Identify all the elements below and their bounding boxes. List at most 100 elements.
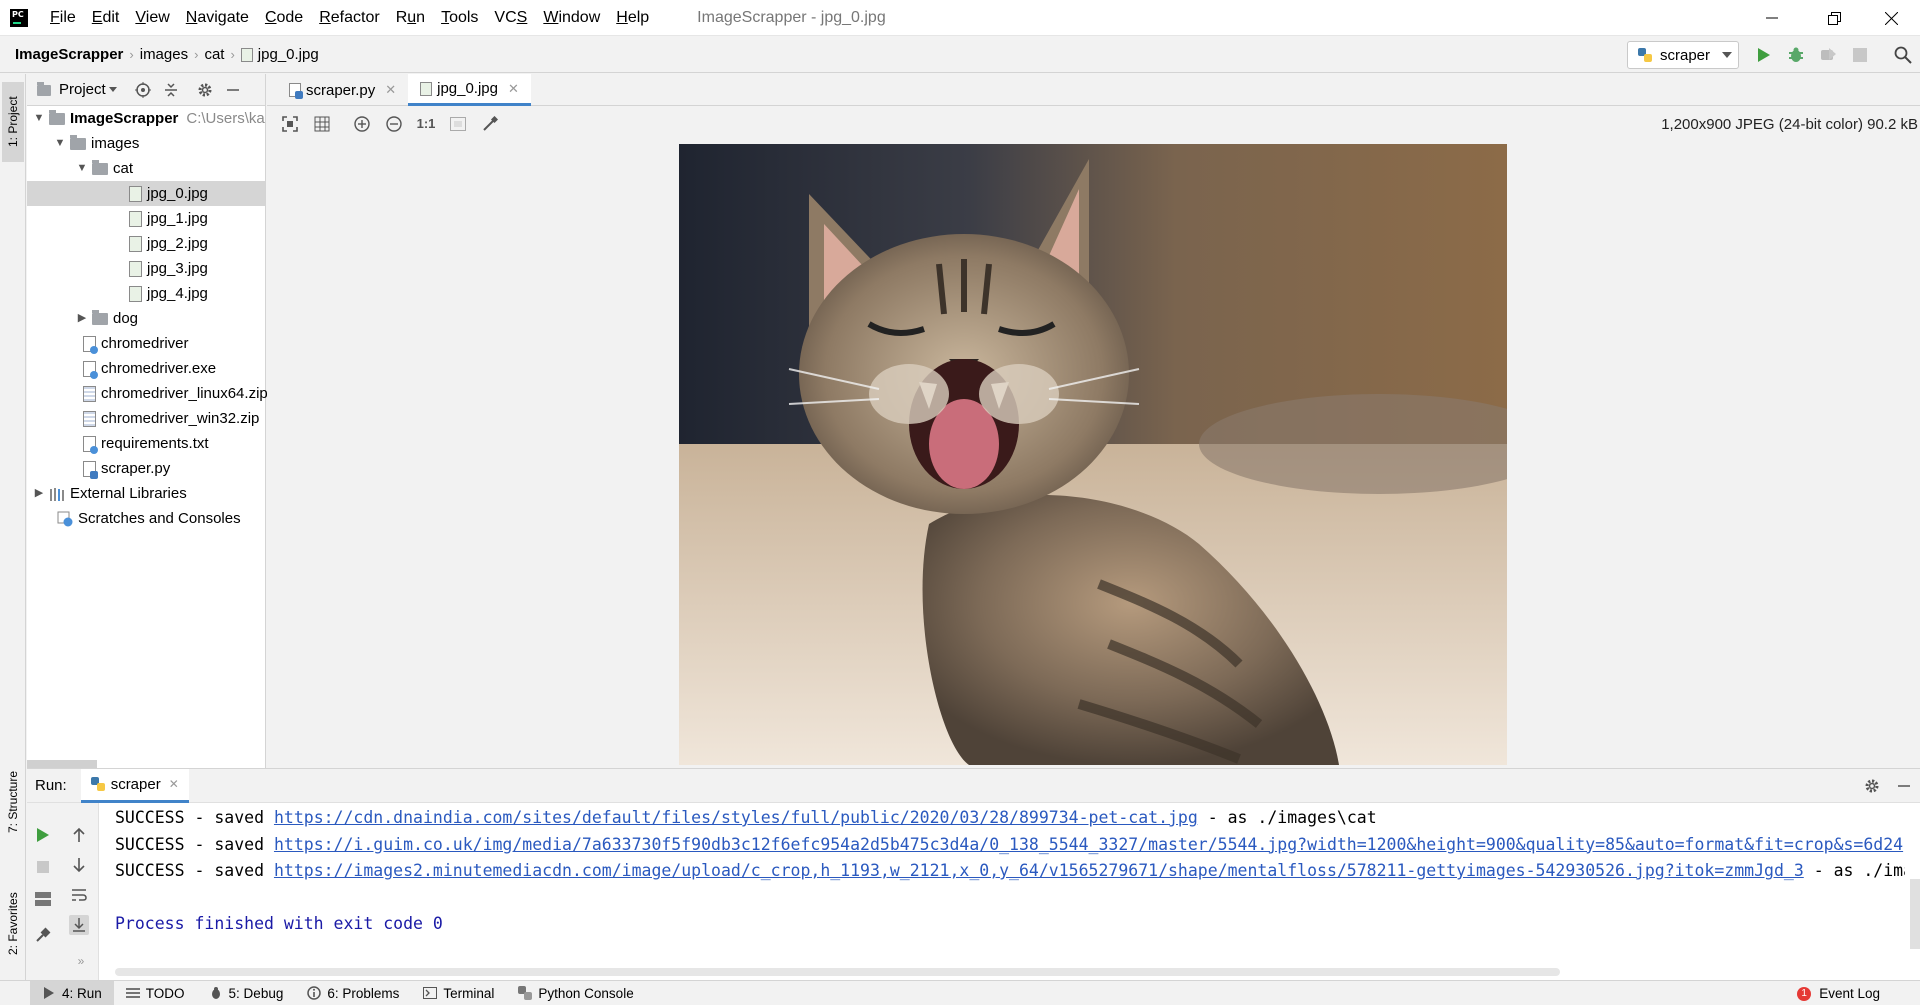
scroll-to-end-icon[interactable] <box>69 915 89 935</box>
menu-help[interactable]: Help <box>608 0 657 36</box>
tool-tab-debug[interactable]: 5: Debug <box>197 981 296 1005</box>
menu-vcs[interactable]: VCS <box>486 0 535 36</box>
menu-refactor[interactable]: Refactor <box>311 0 387 36</box>
console-link[interactable]: https://cdn.dnaindia.com/sites/default/f… <box>274 808 1198 827</box>
expand-arrow-icon[interactable]: ▼ <box>33 106 45 131</box>
close-tab-icon[interactable]: ✕ <box>385 82 396 98</box>
minimize-panel-icon[interactable] <box>225 82 241 98</box>
tree-item-chromedriver-exe[interactable]: chromedriver.exe <box>27 356 265 381</box>
rerun-icon[interactable] <box>33 825 53 845</box>
tab-scraper-py[interactable]: scraper.py ✕ <box>277 74 408 106</box>
fit-zoom-icon[interactable] <box>449 115 467 133</box>
color-picker-icon[interactable] <box>481 115 499 133</box>
favorites-tool-tab[interactable]: 2: Favorites <box>2 874 24 974</box>
grid-icon[interactable] <box>313 115 331 133</box>
menu-tools[interactable]: Tools <box>433 0 486 36</box>
menu-navigate[interactable]: Navigate <box>178 0 257 36</box>
tool-tab-todo[interactable]: TODO <box>114 981 197 1005</box>
run-icon[interactable] <box>1754 45 1774 65</box>
expand-arrow-icon[interactable]: ▼ <box>76 156 88 181</box>
title-menu-bar: File Edit View Navigate Code Refactor Ru… <box>0 0 1920 36</box>
zoom-in-icon[interactable] <box>353 115 371 133</box>
run-configuration-select[interactable]: scraper <box>1627 41 1739 69</box>
tree-item-scraper-py[interactable]: scraper.py <box>27 456 265 481</box>
locate-icon[interactable] <box>135 82 151 98</box>
zip-file-icon <box>83 385 96 402</box>
event-log-button[interactable]: 1 Event Log <box>1797 981 1880 1005</box>
structure-tool-tab[interactable]: 7: Structure <box>2 754 24 849</box>
collapse-arrow-icon[interactable]: ▶ <box>33 481 45 506</box>
pin-icon[interactable] <box>33 925 53 945</box>
soft-wrap-icon[interactable] <box>69 885 89 905</box>
breadcrumb-file[interactable]: jpg_0.jpg <box>258 46 319 63</box>
tree-item-external-libraries[interactable]: ▶ External Libraries <box>27 481 265 506</box>
search-icon[interactable] <box>1893 45 1913 65</box>
dropdown-arrow-icon[interactable] <box>108 87 117 92</box>
python-icon <box>90 777 105 791</box>
tree-item-jpg-4[interactable]: jpg_4.jpg <box>27 281 265 306</box>
tree-item-dog[interactable]: ▶ dog <box>27 306 265 331</box>
breadcrumb-cat[interactable]: cat <box>204 46 224 63</box>
menu-view[interactable]: View <box>127 0 177 36</box>
console-vertical-scrollbar[interactable] <box>1910 879 1920 949</box>
tree-item-jpg-3[interactable]: jpg_3.jpg <box>27 256 265 281</box>
tree-item-cat[interactable]: ▼ cat <box>27 156 265 181</box>
horizontal-scrollbar[interactable] <box>27 760 97 768</box>
menu-edit[interactable]: Edit <box>84 0 128 36</box>
tree-item-jpg-2[interactable]: jpg_2.jpg <box>27 231 265 256</box>
minimize-panel-icon[interactable] <box>1896 778 1912 794</box>
console-text: - as ./ima <box>1803 861 1905 880</box>
project-tool-tab[interactable]: 1: Project <box>2 82 24 162</box>
tool-tab-problems[interactable]: 6: Problems <box>295 981 411 1005</box>
tool-tab-python-console[interactable]: Python Console <box>506 981 645 1005</box>
actual-size-button[interactable]: 1:1 <box>417 115 436 133</box>
tree-item-images[interactable]: ▼ images <box>27 131 265 156</box>
tool-tab-run[interactable]: 4: Run <box>30 980 114 1005</box>
more-actions-icon[interactable]: » <box>71 951 91 971</box>
console-link[interactable]: https://images2.minutemediacdn.com/image… <box>274 861 1804 880</box>
tool-tab-terminal[interactable]: Terminal <box>411 981 506 1005</box>
tree-item-requirements[interactable]: requirements.txt <box>27 431 265 456</box>
gear-icon[interactable] <box>197 82 213 98</box>
tree-item-label: jpg_3.jpg <box>147 260 208 277</box>
python-file-icon <box>289 83 303 99</box>
tree-item-win-zip[interactable]: chromedriver_win32.zip <box>27 406 265 431</box>
menu-code[interactable]: Code <box>257 0 311 36</box>
fit-screen-icon[interactable] <box>281 115 299 133</box>
minimize-icon[interactable] <box>1743 0 1801 36</box>
close-tab-icon[interactable]: ✕ <box>169 777 179 791</box>
restore-layout-icon[interactable] <box>33 889 53 909</box>
tree-item-chromedriver[interactable]: chromedriver <box>27 331 265 356</box>
menu-file[interactable]: File <box>42 0 84 36</box>
close-tab-icon[interactable]: ✕ <box>508 81 519 97</box>
project-view-select[interactable]: Project <box>59 81 106 98</box>
breadcrumb-images[interactable]: images <box>140 46 188 63</box>
tree-item-label: chromedriver.exe <box>101 360 217 377</box>
debug-icon[interactable] <box>1786 45 1806 65</box>
scroll-down-icon[interactable] <box>69 855 89 875</box>
coverage-icon[interactable] <box>1818 45 1838 65</box>
zoom-out-icon[interactable] <box>385 115 403 133</box>
tree-item-scratches[interactable]: Scratches and Consoles <box>27 506 265 531</box>
stop-icon[interactable] <box>1850 45 1870 65</box>
scroll-up-icon[interactable] <box>69 825 89 845</box>
console-link[interactable]: https://i.guim.co.uk/img/media/7a633730f… <box>274 835 1903 854</box>
tree-root[interactable]: ▼ ImageScrapper C:\Users\ka <box>27 106 265 131</box>
run-tab-scraper[interactable]: scraper ✕ <box>80 768 189 803</box>
navigation-bar: ImageScrapper › images › cat › jpg_0.jpg… <box>0 37 1920 73</box>
gear-icon[interactable] <box>1864 778 1880 794</box>
breadcrumb-project[interactable]: ImageScrapper <box>15 46 123 63</box>
tree-item-jpg-0[interactable]: jpg_0.jpg <box>27 181 265 206</box>
collapse-arrow-icon[interactable]: ▶ <box>76 306 88 331</box>
stop-icon[interactable] <box>33 857 53 877</box>
console-horizontal-scrollbar[interactable] <box>115 968 1560 976</box>
tree-item-jpg-1[interactable]: jpg_1.jpg <box>27 206 265 231</box>
restore-icon[interactable] <box>1805 0 1863 36</box>
collapse-all-icon[interactable] <box>163 82 179 98</box>
expand-arrow-icon[interactable]: ▼ <box>54 131 66 156</box>
tab-jpg-0[interactable]: jpg_0.jpg ✕ <box>408 74 531 106</box>
tree-item-linux-zip[interactable]: chromedriver_linux64.zip <box>27 381 268 406</box>
menu-run[interactable]: Run <box>388 0 433 36</box>
close-window-icon[interactable] <box>1862 0 1920 36</box>
menu-window[interactable]: Window <box>535 0 608 36</box>
